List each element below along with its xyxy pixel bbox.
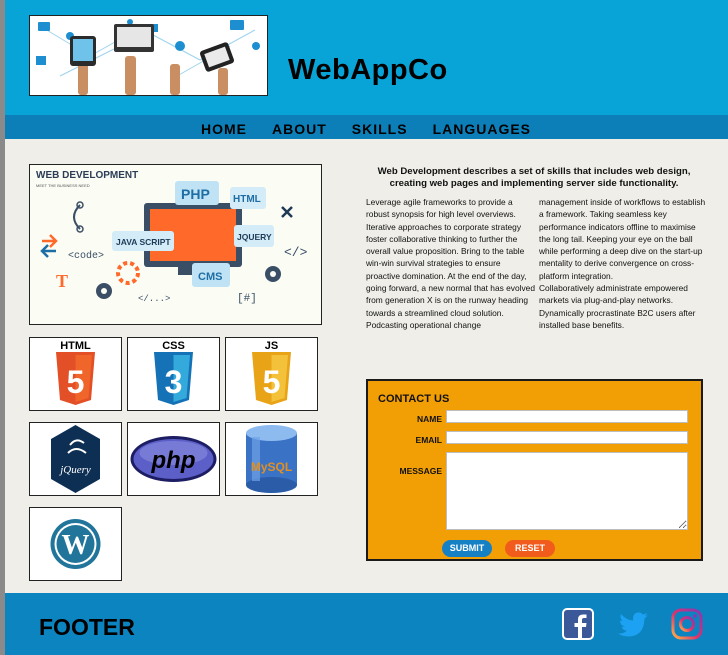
web-development-hero-image: WEB DEVELOPMENT MEET THE BUSINESS NEED P… <box>29 164 322 325</box>
mysql-label: MySQL <box>251 460 292 474</box>
hero-jquery-label: JQUERY <box>237 232 272 242</box>
instagram-icon[interactable] <box>671 608 703 640</box>
site-header: WebAppCo <box>5 0 728 115</box>
gear-icon <box>96 283 112 299</box>
nav-item-skills[interactable]: SKILLS <box>352 121 408 137</box>
php-label: php <box>151 447 196 474</box>
svg-text:5: 5 <box>263 364 281 400</box>
php-logo-tile: php <box>127 422 220 496</box>
hero-close-tag-label: </> <box>284 245 308 260</box>
intro-paragraph: Leverage agile frameworks to provide a r… <box>366 197 535 318</box>
nav-item-about[interactable]: ABOUT <box>272 121 327 137</box>
js-logo-tile: JS 5 <box>225 337 318 411</box>
email-field[interactable] <box>446 431 688 444</box>
hero-php-label: PHP <box>181 186 210 202</box>
footer-title: FOOTER <box>39 614 135 640</box>
html5-logo-tile: HTML 5 <box>29 337 122 411</box>
nav-item-home[interactable]: HOME <box>201 121 247 137</box>
hero-cms-label: CMS <box>198 271 222 283</box>
site-footer: FOOTER <box>5 593 728 655</box>
name-field[interactable] <box>446 410 688 423</box>
jquery-logo-tile: jQuery <box>29 422 122 496</box>
gear-icon <box>265 266 281 282</box>
intro-paragraph: Collaboratively administrate empowered m… <box>539 283 696 330</box>
main-nav: HOME ABOUT SKILLS LANGUAGES <box>5 115 728 139</box>
svg-text:3: 3 <box>165 364 183 400</box>
css3-logo-tile: CSS 3 <box>127 337 220 411</box>
twitter-icon[interactable] <box>617 608 649 640</box>
intro-column-left: Leverage agile frameworks to provide a r… <box>366 196 536 331</box>
message-label: MESSAGE <box>399 466 442 476</box>
jquery-icon <box>51 425 100 493</box>
js-label: JS <box>265 340 278 352</box>
html5-label: HTML <box>60 340 91 352</box>
text-icon: T <box>56 271 68 291</box>
site-title: WebAppCo <box>288 54 448 86</box>
contact-title: CONTACT US <box>378 393 450 405</box>
hero-code-label: <code> <box>68 250 104 262</box>
hero-javascript-label: JAVA SCRIPT <box>116 237 171 247</box>
facebook-icon[interactable] <box>562 608 594 640</box>
email-label: EMAIL <box>415 435 442 445</box>
intro-column-right: management inside of workflows to establ… <box>539 196 707 331</box>
contact-form: CONTACT US NAME EMAIL MESSAGE SUBMIT RES… <box>366 379 703 561</box>
reset-button[interactable]: RESET <box>505 540 555 557</box>
submit-button[interactable]: SUBMIT <box>442 540 492 557</box>
message-field[interactable] <box>446 452 688 530</box>
jquery-label: jQuery <box>58 464 91 476</box>
intro-heading: Web Development describes a set of skill… <box>377 166 691 189</box>
hero-bracket-label: [#] <box>237 293 257 305</box>
hero-title: WEB DEVELOPMENT <box>36 170 138 181</box>
intro-paragraph: management inside of workflows to establ… <box>539 197 706 281</box>
header-banner-image <box>29 15 268 96</box>
wordpress-label: W <box>62 530 90 561</box>
nav-item-languages[interactable]: LANGUAGES <box>433 121 531 137</box>
name-label: NAME <box>416 414 442 424</box>
hero-html-label: HTML <box>233 194 261 205</box>
svg-text:5: 5 <box>67 364 85 400</box>
hero-subtitle: MEET THE BUSINESS NEED <box>36 183 90 188</box>
mysql-logo-tile: MySQL <box>225 422 318 496</box>
wordpress-logo-tile: W <box>29 507 122 581</box>
intro-paragraph: Podcasting operational change <box>366 319 482 330</box>
hero-ellipsis-tag-label: </...> <box>138 294 170 304</box>
css3-label: CSS <box>162 340 185 352</box>
